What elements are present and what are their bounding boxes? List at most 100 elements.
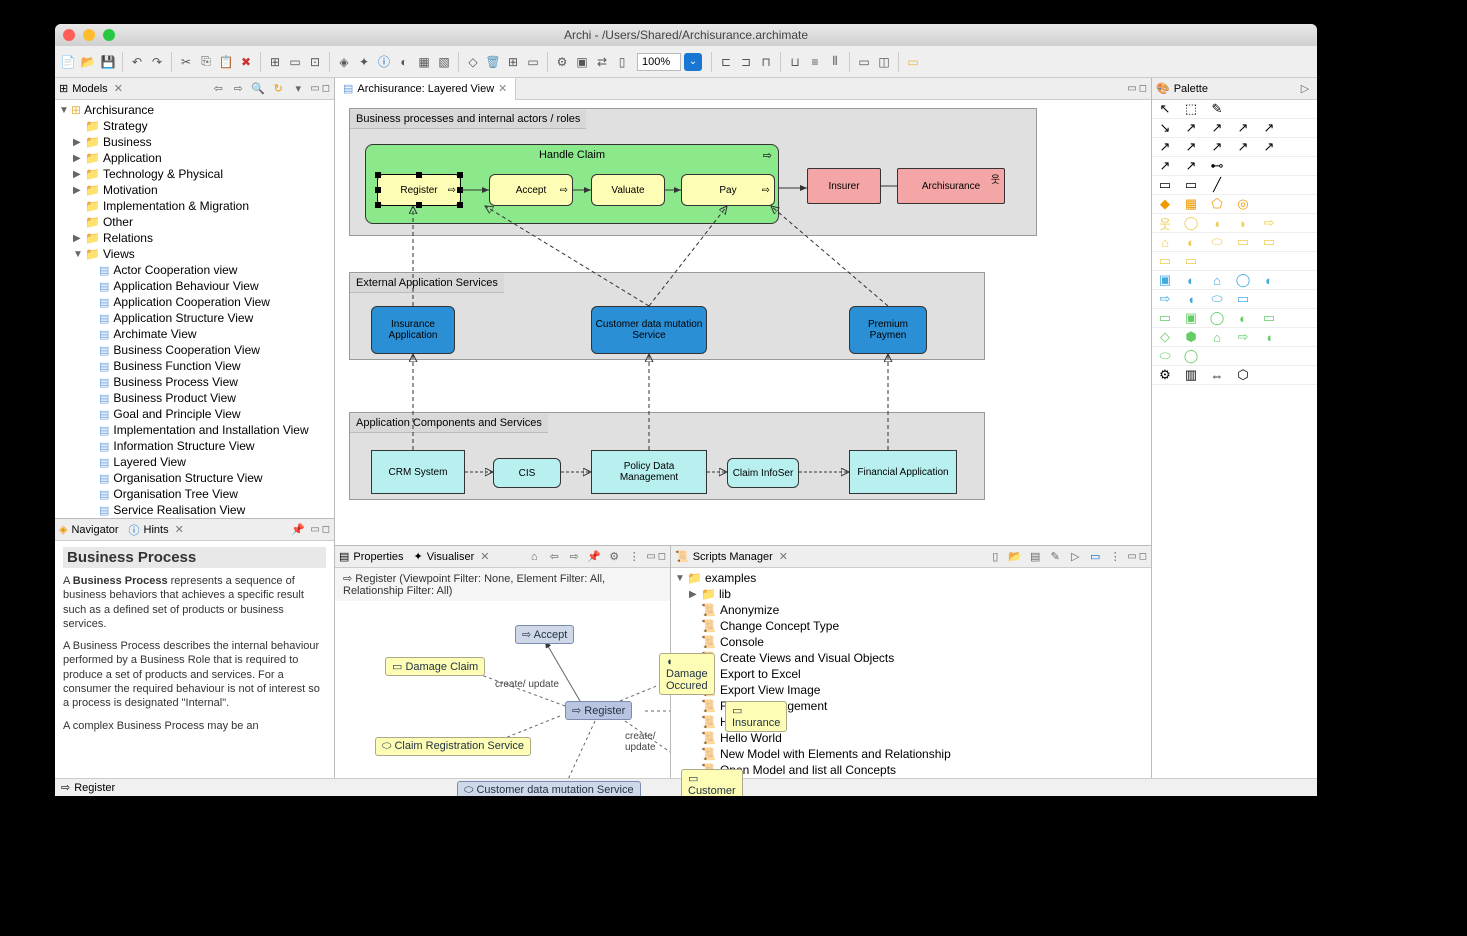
application-tool[interactable]: ◐: [1182, 273, 1200, 287]
business-tool[interactable]: ◗: [1234, 216, 1252, 230]
select-tool[interactable]: ↖: [1156, 102, 1174, 116]
application-tool[interactable]: ◐: [1260, 273, 1278, 287]
toolbar-button[interactable]: ▭: [1087, 549, 1103, 565]
application-tool[interactable]: ▭: [1234, 292, 1252, 306]
group-tool[interactable]: ▭: [1182, 178, 1200, 192]
pay-process[interactable]: Pay⇨: [681, 174, 775, 206]
strategy-tool[interactable]: ⬠: [1208, 197, 1226, 211]
connector-tool[interactable]: ↗: [1260, 140, 1278, 154]
cis-component[interactable]: CIS: [493, 458, 561, 488]
toolbar-button[interactable]: ▤: [1027, 549, 1043, 565]
tree-view-item[interactable]: ▤Business Process View: [55, 374, 334, 390]
tool-button[interactable]: ⇄: [593, 53, 611, 71]
technology-tool[interactable]: ⌂: [1208, 330, 1226, 344]
vis-node-damage-claim[interactable]: ▭ Damage Claim: [385, 657, 485, 676]
hints-tab[interactable]: Hints: [144, 524, 169, 536]
zoom-input[interactable]: [637, 53, 681, 71]
accept-process[interactable]: Accept⇨: [489, 174, 573, 206]
junction-tool[interactable]: ⊷: [1208, 159, 1226, 173]
tree-view-item[interactable]: ▤Actor Cooperation view: [55, 262, 334, 278]
line-tool[interactable]: ╱: [1208, 178, 1226, 192]
technology-tool[interactable]: ◐: [1234, 311, 1252, 325]
tree-view-item[interactable]: ▤Business Product View: [55, 390, 334, 406]
application-tool[interactable]: ▣: [1156, 273, 1174, 287]
tool-button[interactable]: ▦: [415, 53, 433, 71]
tree-folder[interactable]: ▶📁Relations: [55, 230, 334, 246]
tree-root[interactable]: ▼⊞Archisurance: [55, 102, 334, 118]
tool-button[interactable]: ⊡: [306, 53, 324, 71]
connector-tool[interactable]: ↗: [1182, 121, 1200, 135]
close-tab-button[interactable]: ✕: [175, 523, 184, 536]
align-button[interactable]: ≡: [806, 53, 824, 71]
tree-folder[interactable]: ▶📁Technology & Physical: [55, 166, 334, 182]
minimize-button[interactable]: ▭: [1127, 551, 1136, 562]
tool-button[interactable]: ▭: [286, 53, 304, 71]
tree-folder[interactable]: ▶📁Application: [55, 150, 334, 166]
menu-button[interactable]: ▾: [290, 81, 306, 97]
maximize-editor-button[interactable]: ◻: [1139, 83, 1147, 94]
valuate-process[interactable]: Valuate: [591, 174, 665, 206]
register-process[interactable]: Register ⇨: [377, 174, 461, 206]
align-button[interactable]: ⊏: [717, 53, 735, 71]
navigator-tab[interactable]: Navigator: [71, 524, 118, 536]
connector-tool[interactable]: ↗: [1208, 121, 1226, 135]
technology-tool[interactable]: ▣: [1182, 311, 1200, 325]
tool-button[interactable]: ✦: [355, 53, 373, 71]
open-button[interactable]: 📂: [79, 53, 97, 71]
connector-tool[interactable]: ↗: [1234, 140, 1252, 154]
business-tool[interactable]: ▭: [1156, 254, 1174, 268]
run-button[interactable]: ▷: [1067, 549, 1083, 565]
crm-system-component[interactable]: CRM System: [371, 450, 465, 494]
close-tab-button[interactable]: ✕: [498, 82, 507, 95]
tree-view-item[interactable]: ▤Information Structure View: [55, 438, 334, 454]
search-button[interactable]: 🔍: [250, 81, 266, 97]
vis-node-register[interactable]: ⇨ Register: [565, 701, 632, 720]
minimize-button[interactable]: ▭: [646, 551, 655, 562]
business-tool[interactable]: ⇨: [1260, 216, 1278, 230]
visualiser-tab[interactable]: Visualiser: [427, 551, 475, 563]
business-tool[interactable]: ◖: [1208, 216, 1226, 230]
align-button[interactable]: ⫴: [826, 53, 844, 71]
tree-view-item[interactable]: ▤Layered View: [55, 454, 334, 470]
close-panel-button[interactable]: ✕: [114, 82, 123, 95]
align-button[interactable]: ⊐: [737, 53, 755, 71]
format-tool[interactable]: ✎: [1208, 102, 1226, 116]
tool-button[interactable]: ▣: [573, 53, 591, 71]
strategy-tool[interactable]: ▦: [1182, 197, 1200, 211]
technology-tool[interactable]: ◯: [1208, 311, 1226, 325]
script-item[interactable]: 📜Change Concept Type: [671, 618, 1151, 634]
tool-button[interactable]: ◫: [875, 53, 893, 71]
technology-tool[interactable]: ◇: [1156, 330, 1174, 344]
technology-tool[interactable]: ◖: [1260, 330, 1278, 344]
refresh-button[interactable]: ↻: [270, 81, 286, 97]
business-tool[interactable]: 웃: [1156, 216, 1174, 230]
maximize-panel-button[interactable]: ◻: [322, 83, 330, 94]
scripts-lib-folder[interactable]: ▶📁lib: [671, 586, 1151, 602]
script-item[interactable]: 📜Export to Excel: [671, 666, 1151, 682]
business-tool[interactable]: ⬭: [1208, 235, 1226, 249]
impl-tool[interactable]: ⇔: [1208, 368, 1226, 382]
minimize-editor-button[interactable]: ▭: [1127, 83, 1136, 94]
scripts-tree[interactable]: ▼📁examples▶📁lib📜Anonymize📜Change Concept…: [671, 568, 1151, 778]
undo-button[interactable]: ↶: [128, 53, 146, 71]
tool-button[interactable]: ▯: [613, 53, 631, 71]
tool-button[interactable]: ◐: [395, 53, 413, 71]
business-tool[interactable]: ▭: [1182, 254, 1200, 268]
connector-tool[interactable]: ↗: [1156, 140, 1174, 154]
minimize-panel-button[interactable]: ▭: [310, 524, 319, 535]
palette-toggle[interactable]: ▷: [1297, 81, 1313, 97]
delete-button[interactable]: ✖: [237, 53, 255, 71]
cut-button[interactable]: ✂: [177, 53, 195, 71]
copy-button[interactable]: ⎘: [197, 53, 215, 71]
info-button[interactable]: ⓘ: [375, 53, 393, 71]
menu-button[interactable]: ⋮: [626, 549, 642, 565]
impl-tool[interactable]: ▥: [1182, 368, 1200, 382]
tree-folder[interactable]: 📁Strategy: [55, 118, 334, 134]
vis-node-cdms[interactable]: ⬭ Customer data mutation Service: [457, 781, 641, 796]
tree-folder-views[interactable]: ▼📁Views: [55, 246, 334, 262]
script-item[interactable]: 📜New Model with Elements and Relationshi…: [671, 746, 1151, 762]
close-button[interactable]: ✕: [779, 550, 788, 563]
tree-view-item[interactable]: ▤Archimate View: [55, 326, 334, 342]
connector-tool[interactable]: ↗: [1208, 140, 1226, 154]
tool-button[interactable]: ◈: [335, 53, 353, 71]
